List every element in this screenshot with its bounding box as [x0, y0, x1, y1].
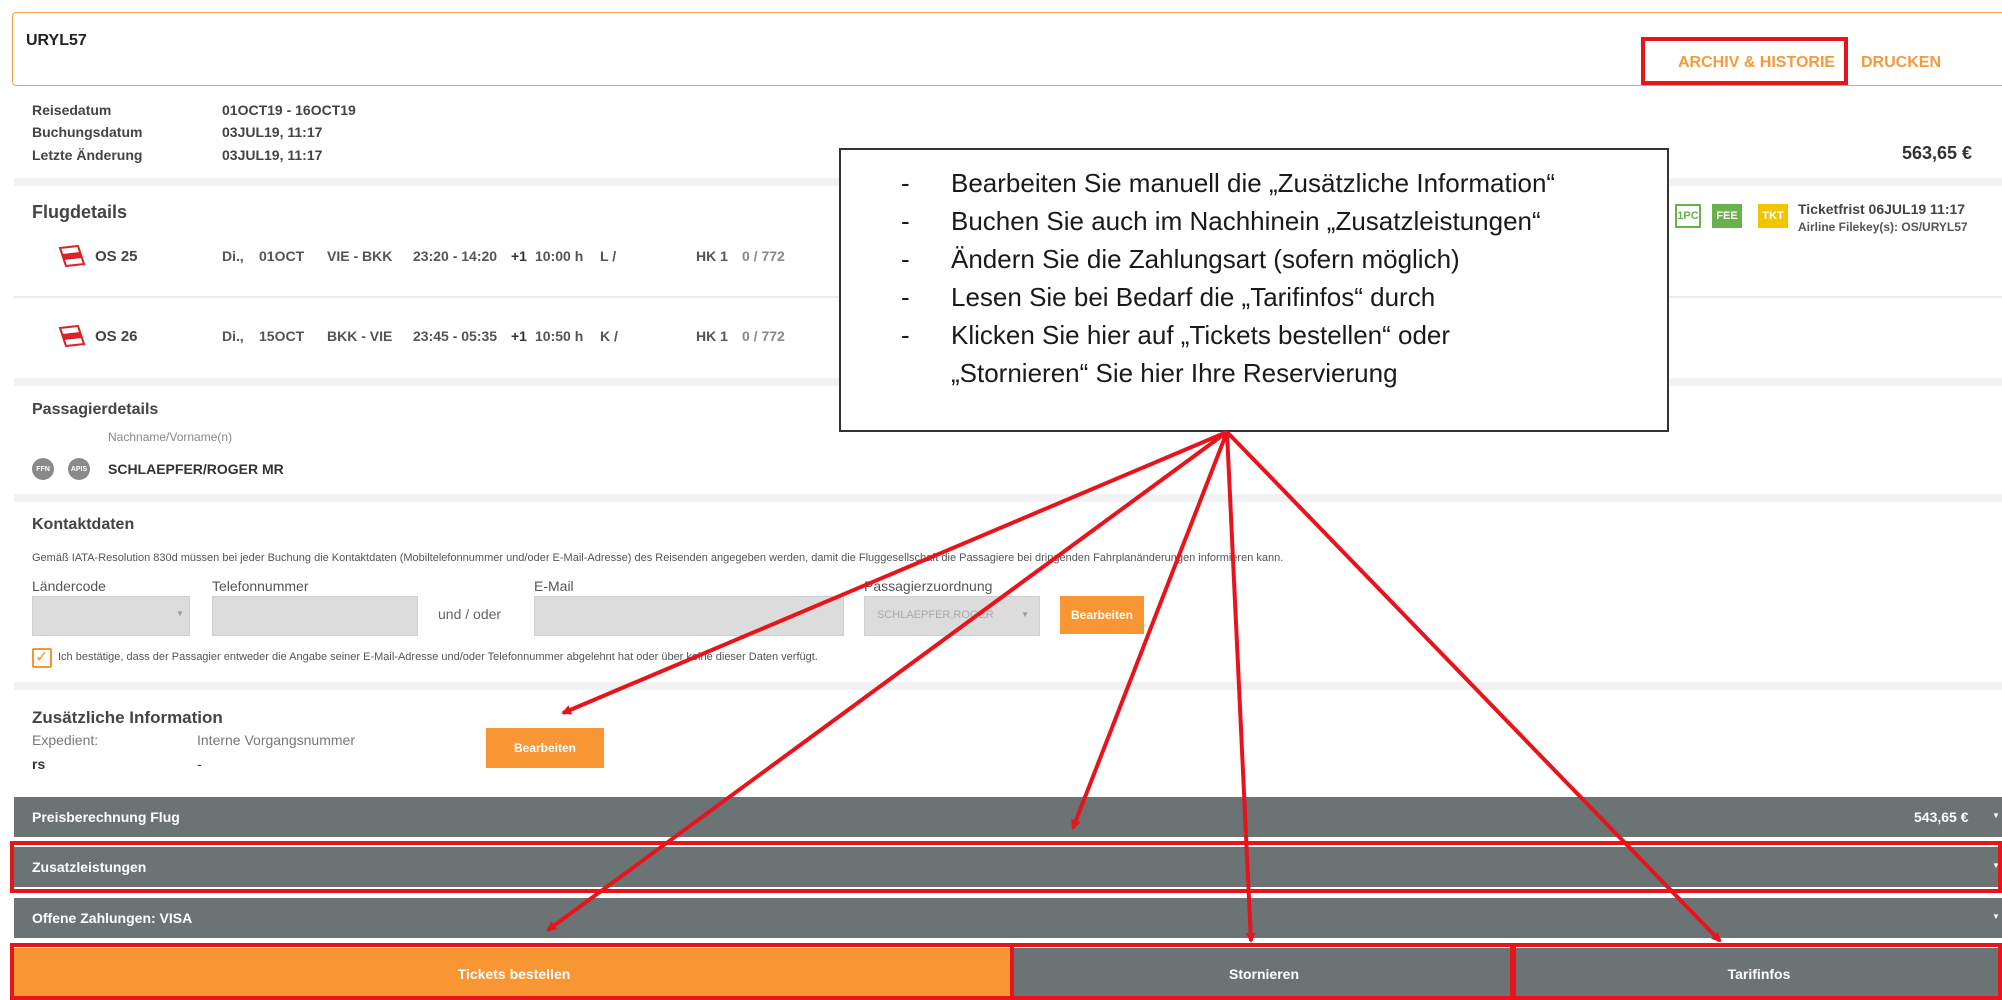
arrow-to-order-tickets [546, 430, 1229, 932]
arrow-to-cancel [1225, 431, 1256, 943]
annotation-arrows [546, 430, 1722, 943]
arrow-to-extras [1071, 431, 1229, 830]
arrow-to-tariff-info [1225, 430, 1722, 943]
arrow-to-additional-info [561, 430, 1228, 715]
